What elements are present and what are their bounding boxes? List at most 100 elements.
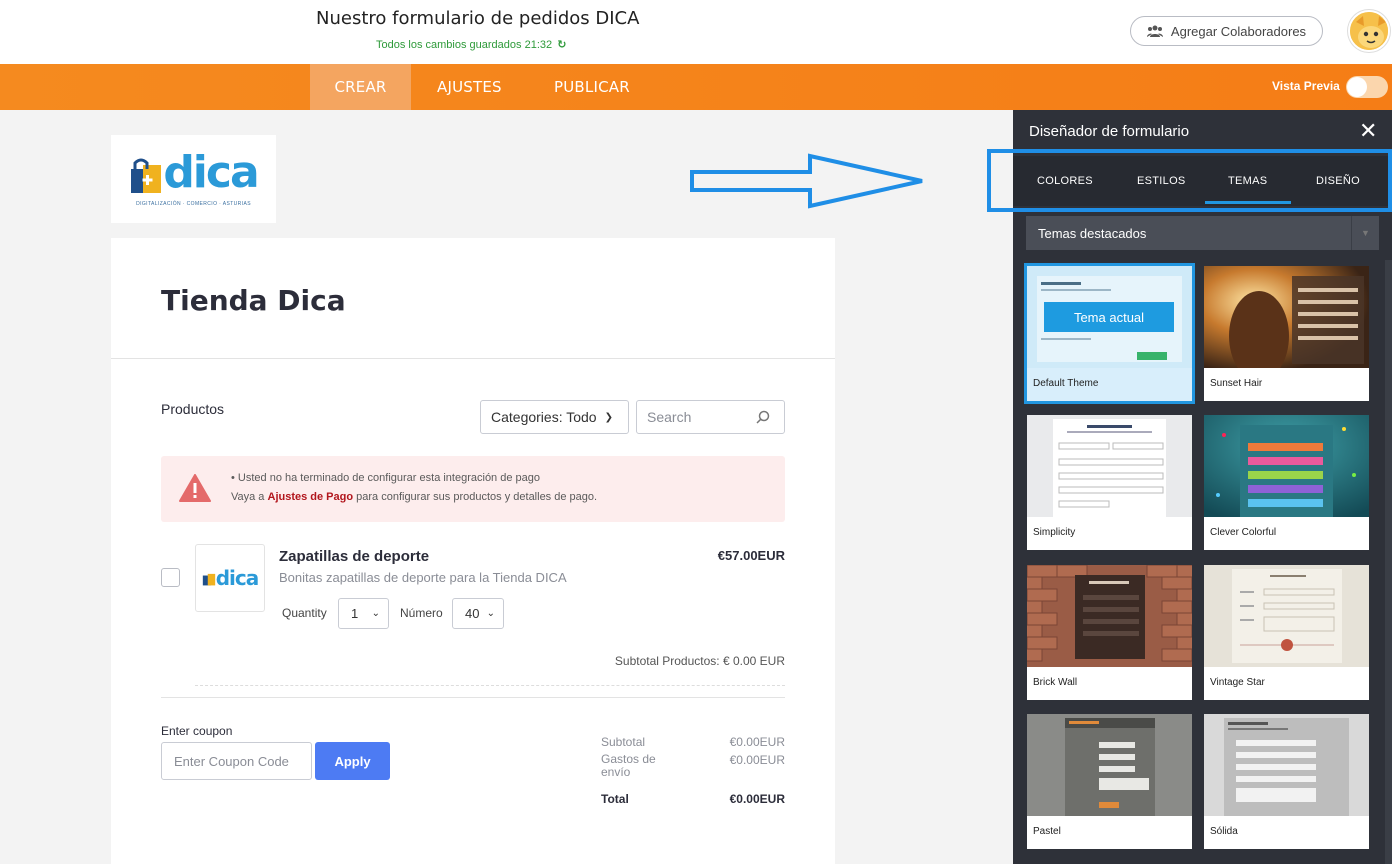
chevron-down-icon: ▼	[1351, 216, 1379, 250]
product-name: Zapatillas de deporte	[279, 548, 430, 565]
theme-name: Default Theme	[1033, 378, 1099, 389]
alert-instructions: Vaya a Ajustes de Pago para configurar s…	[231, 491, 597, 503]
theme-card-brick-wall[interactable]: Brick Wall	[1027, 565, 1192, 700]
tab-publicar[interactable]: PUBLICAR	[554, 64, 630, 110]
product-price: €57.00EUR	[717, 548, 785, 563]
coupon-label: Enter coupon	[161, 724, 233, 738]
dashed-divider	[195, 685, 785, 686]
categories-select[interactable]: Categories: Todo ❯	[480, 400, 629, 434]
coupon-input[interactable]: Enter Coupon Code	[161, 742, 312, 780]
theme-card-solida[interactable]: Sólida	[1204, 714, 1369, 849]
top-header: Nuestro formulario de pedidos DICA Todos…	[0, 0, 1392, 64]
theme-thumbnail	[1204, 565, 1369, 667]
product-thumb-logo: dica	[215, 566, 260, 590]
theme-name: Brick Wall	[1033, 677, 1078, 688]
alert-prefix: Vaya a	[231, 491, 268, 503]
current-theme-badge: Tema actual	[1044, 302, 1174, 332]
theme-name: Clever Colorful	[1210, 527, 1277, 538]
payment-settings-link[interactable]: Ajustes de Pago	[268, 491, 354, 503]
theme-thumbnail	[1027, 565, 1192, 667]
theme-card-clever-colorful[interactable]: Clever Colorful	[1204, 415, 1369, 550]
tab-ajustes[interactable]: AJUSTES	[437, 64, 502, 110]
form-card: Tienda Dica Productos Categories: Todo ❯…	[111, 238, 835, 864]
subtotal-value: €0.00EUR	[729, 735, 785, 749]
logo-mark: dica	[129, 147, 260, 198]
theme-card-pastel[interactable]: Pastel	[1027, 714, 1192, 849]
logo-tagline: DIGITALIZACIÓN · COMERCIO · ASTURIAS	[136, 201, 251, 207]
warning-icon	[179, 474, 211, 502]
categories-value: Categories: Todo	[491, 409, 597, 425]
theme-name: Vintage Star	[1210, 677, 1265, 688]
alert-message: • Usted no ha terminado de configurar es…	[231, 472, 540, 484]
logo-wordmark: dica	[163, 147, 259, 198]
theme-name: Sunset Hair	[1210, 378, 1263, 389]
close-icon[interactable]: ✕	[1359, 118, 1377, 144]
tab-crear[interactable]: CREAR	[310, 64, 411, 110]
toggle-knob	[1347, 77, 1367, 97]
quantity-value: 1	[351, 606, 359, 621]
add-collaborators-button[interactable]: Agregar Colaboradores	[1130, 16, 1323, 46]
avatar-face-icon	[1350, 12, 1388, 50]
add-collaborators-label: Agregar Colaboradores	[1170, 23, 1307, 39]
save-status: Todos los cambios guardados 21:32 ↻	[376, 38, 566, 51]
form-designer-panel: Diseñador de formulario ✕ COLORES ESTILO…	[1013, 110, 1392, 864]
number-label: Número	[400, 606, 443, 620]
theme-thumbnail	[1204, 415, 1369, 517]
theme-category-select[interactable]: Temas destacados ▼	[1026, 216, 1379, 250]
panel-scrollbar[interactable]	[1385, 260, 1392, 864]
apply-coupon-button[interactable]: Apply	[315, 742, 390, 780]
refresh-icon: ↻	[557, 39, 567, 51]
theme-category-value: Temas destacados	[1038, 225, 1147, 241]
theme-thumbnail	[1027, 714, 1192, 816]
chevron-down-icon: ❯	[604, 411, 613, 423]
product-description: Bonitas zapatillas de deporte para la Ti…	[279, 570, 567, 585]
theme-name: Sólida	[1210, 826, 1238, 837]
theme-card-simplicity[interactable]: Simplicity	[1027, 415, 1192, 550]
shopping-bag-icon	[131, 158, 162, 193]
annotation-arrow-icon	[690, 153, 923, 209]
search-icon	[756, 410, 770, 424]
product-image: dica	[195, 544, 265, 612]
number-value: 40	[465, 606, 480, 621]
chevron-down-icon: ⌄	[486, 608, 495, 619]
search-input[interactable]: Search	[636, 400, 785, 434]
theme-thumbnail	[1027, 415, 1192, 517]
form-heading[interactable]: Tienda Dica	[161, 284, 346, 317]
shipping-label: Gastos de envío	[601, 752, 656, 779]
chevron-down-icon: ⌄	[371, 608, 380, 619]
theme-thumbnail	[1204, 266, 1369, 368]
form-logo[interactable]: dica DIGITALIZACIÓN · COMERCIO · ASTURIA…	[111, 135, 276, 223]
designer-title: Diseñador de formulario	[1029, 123, 1190, 140]
preview-label: Vista Previa	[1272, 79, 1340, 93]
products-subtotal: Subtotal Productos: € 0.00 EUR	[614, 654, 785, 668]
quantity-label: Quantity	[282, 606, 327, 620]
quantity-select[interactable]: 1 ⌄	[338, 598, 389, 629]
total-label: Total	[601, 792, 629, 806]
payment-alert: • Usted no ha terminado de configurar es…	[161, 456, 785, 522]
theme-card-sunset-hair[interactable]: Sunset Hair	[1204, 266, 1369, 401]
annotation-highlight-box	[987, 149, 1392, 212]
alert-suffix: para configurar sus productos y detalles…	[353, 491, 598, 503]
search-placeholder: Search	[647, 409, 692, 425]
theme-card-vintage-star[interactable]: Vintage Star	[1204, 565, 1369, 700]
theme-name: Simplicity	[1033, 527, 1076, 538]
products-label: Productos	[161, 401, 225, 417]
people-icon	[1146, 25, 1163, 37]
theme-card-default[interactable]: Tema actual Default Theme	[1024, 263, 1195, 404]
main-navbar: CREAR AJUSTES PUBLICAR	[0, 64, 1392, 110]
subtotal-label: Subtotal	[601, 735, 646, 749]
number-select[interactable]: 40 ⌄	[452, 598, 504, 629]
heading-divider	[111, 358, 835, 359]
save-status-text: Todos los cambios guardados 21:32	[376, 39, 553, 51]
theme-name: Pastel	[1033, 826, 1061, 837]
total-value: €0.00EUR	[729, 792, 785, 806]
coupon-placeholder: Enter Coupon Code	[174, 753, 289, 769]
theme-thumbnail	[1204, 714, 1369, 816]
product-checkbox[interactable]	[161, 568, 180, 587]
shipping-value: €0.00EUR	[729, 753, 785, 767]
section-divider	[161, 697, 785, 698]
form-title[interactable]: Nuestro formulario de pedidos DICA	[316, 8, 639, 29]
avatar[interactable]	[1348, 10, 1390, 52]
preview-toggle[interactable]	[1346, 76, 1388, 98]
shopping-bag-icon	[202, 573, 215, 586]
